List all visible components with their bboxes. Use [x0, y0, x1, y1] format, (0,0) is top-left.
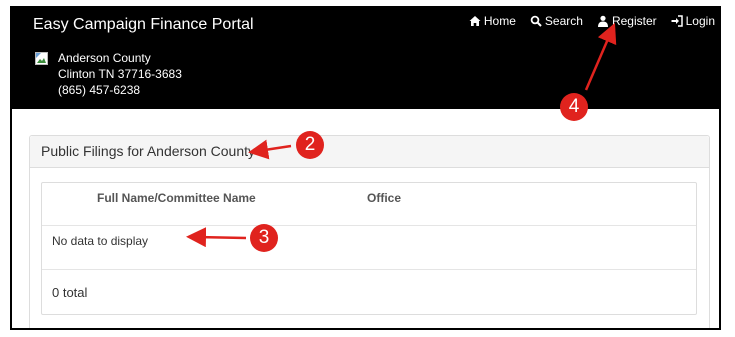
annotation-arrows — [186, 22, 617, 248]
callout-arrow-2 — [248, 139, 292, 160]
callout-badge-4: 4 — [560, 93, 588, 121]
callout-arrow-4 — [584, 22, 617, 91]
callout-badge-2: 2 — [296, 131, 324, 159]
callout-arrow-3 — [186, 227, 247, 248]
callout-badge-3: 3 — [250, 224, 278, 252]
